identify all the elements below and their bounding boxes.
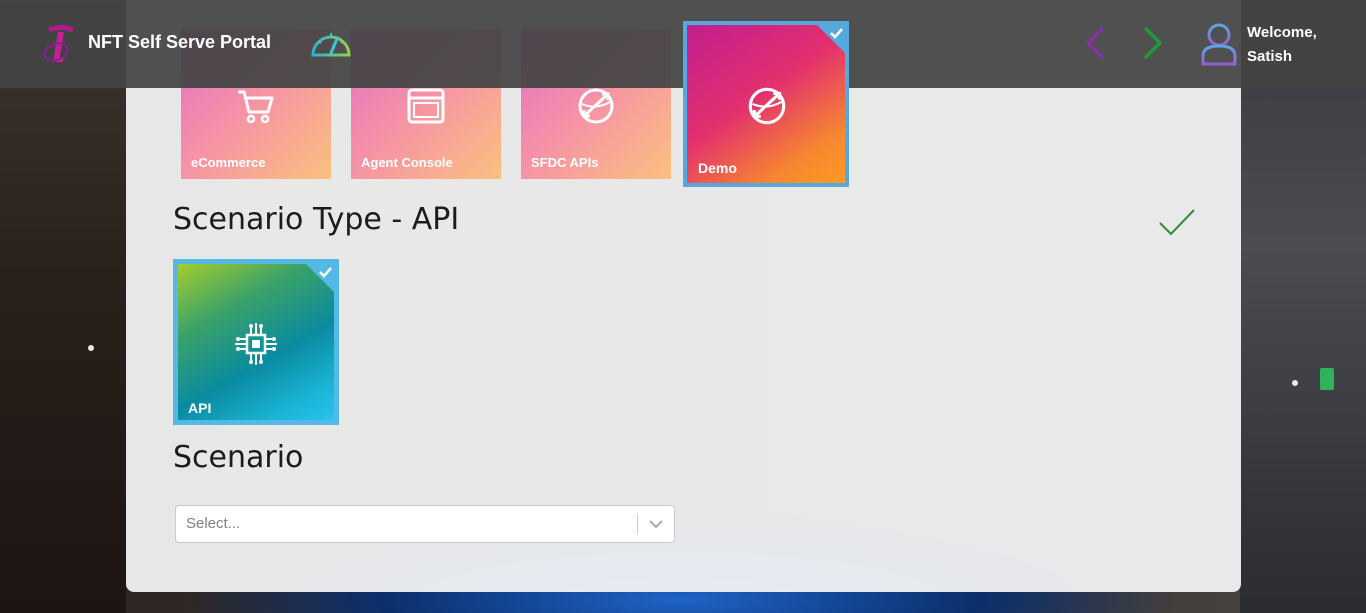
scenario-type-tile-label: API bbox=[188, 400, 212, 416]
select-separator bbox=[637, 514, 638, 534]
ceiling-light bbox=[88, 345, 94, 351]
globe-arrows-icon bbox=[748, 87, 786, 125]
ceiling-light bbox=[1292, 380, 1298, 386]
background-right bbox=[1240, 0, 1366, 613]
user-name: Satish bbox=[1247, 48, 1293, 65]
checkmark-icon bbox=[1159, 209, 1195, 236]
chevron-down-icon[interactable] bbox=[648, 517, 664, 531]
welcome-message: Welcome, Satish bbox=[1247, 21, 1317, 69]
exit-sign bbox=[1320, 368, 1334, 390]
cart-icon bbox=[238, 90, 274, 124]
user-avatar-icon[interactable] bbox=[1200, 22, 1238, 66]
selected-check-icon bbox=[306, 264, 334, 292]
globe-arrows-icon bbox=[578, 88, 614, 124]
window-icon bbox=[407, 88, 445, 124]
app-tile-label: SFDC APIs bbox=[531, 155, 599, 170]
scenario-type-tile-api[interactable]: API bbox=[173, 259, 339, 425]
selected-check-icon bbox=[817, 25, 845, 53]
background-left bbox=[0, 0, 126, 613]
scenario-heading: Scenario bbox=[173, 440, 304, 475]
app-tile-demo-body: Demo bbox=[687, 25, 845, 183]
scenario-type-heading: Scenario Type - API bbox=[173, 202, 460, 237]
scenario-select[interactable]: Select... bbox=[175, 505, 675, 543]
app-tile-label: Demo bbox=[698, 160, 737, 176]
circuit-chip-icon bbox=[235, 323, 277, 365]
scenario-select-placeholder: Select... bbox=[186, 515, 241, 532]
telstra-logo-icon[interactable] bbox=[42, 22, 78, 64]
scenario-type-tile-body: API bbox=[178, 264, 334, 420]
welcome-greeting: Welcome, bbox=[1247, 24, 1317, 41]
chevron-left-icon[interactable] bbox=[1082, 26, 1108, 60]
chevron-right-icon[interactable] bbox=[1140, 26, 1166, 60]
dashboard-gauge-icon[interactable] bbox=[310, 27, 352, 59]
app-tile-label: Agent Console bbox=[361, 155, 453, 170]
portal-title: NFT Self Serve Portal bbox=[88, 32, 272, 52]
app-tile-demo[interactable]: Demo bbox=[683, 21, 849, 187]
app-tile-label: eCommerce bbox=[191, 155, 266, 170]
